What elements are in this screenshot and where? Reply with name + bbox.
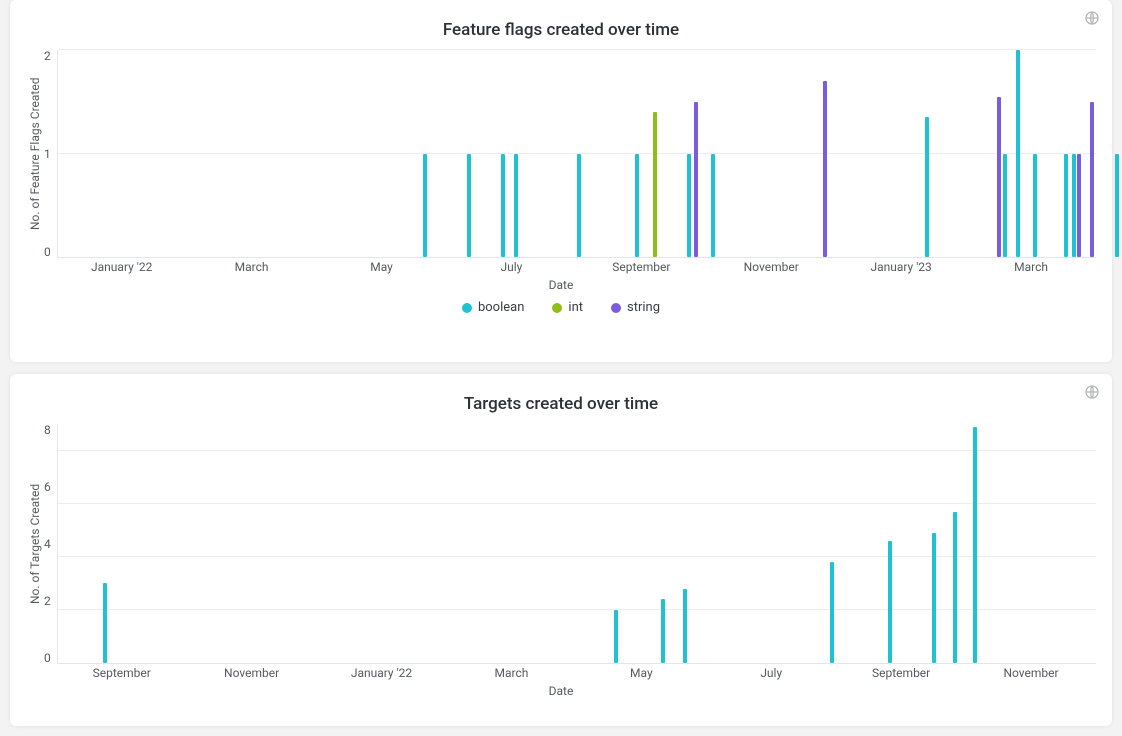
plot-area [57, 50, 1096, 258]
legend-item[interactable]: string [611, 300, 660, 315]
bar [467, 154, 471, 258]
x-axis-label: Date [26, 684, 1096, 698]
bar [1077, 154, 1081, 258]
bar [614, 610, 618, 663]
bar [661, 599, 665, 663]
legend-swatch [552, 303, 562, 313]
y-tick: 1 [44, 148, 51, 160]
legend-swatch [611, 303, 621, 313]
bar [997, 97, 1001, 257]
y-tick: 2 [44, 595, 51, 607]
targets-chart-card: Targets created over time No. of Targets… [10, 374, 1112, 726]
x-axis-ticks: January '22 March May July September November… [57, 258, 1096, 276]
x-tick: January '23 [870, 260, 931, 274]
x-axis-ticks: September November January '22 March May July… [57, 664, 1096, 682]
bar [635, 154, 639, 258]
legend-label: int [568, 300, 583, 315]
legend-label: string [627, 300, 660, 315]
bar [1064, 154, 1068, 258]
x-tick: January '22 [91, 260, 152, 274]
bar [653, 112, 657, 257]
legend-item[interactable]: int [552, 300, 583, 315]
x-tick: November [224, 666, 279, 680]
bar [823, 81, 827, 257]
x-tick: July [760, 666, 782, 680]
x-tick: March [235, 260, 269, 274]
bar [1090, 102, 1094, 257]
legend-item[interactable]: boolean [462, 300, 524, 315]
chart-title: Feature flags created over time [26, 20, 1096, 40]
x-tick: September [612, 260, 670, 274]
bar [577, 154, 581, 258]
legend-swatch [462, 303, 472, 313]
bar [1115, 154, 1119, 258]
y-axis-label: No. of Feature Flags Created [26, 50, 44, 258]
flags-chart-card: Feature flags created over time No. of F… [10, 0, 1112, 362]
bar [932, 533, 936, 663]
y-tick: 6 [44, 481, 51, 493]
y-tick: 2 [44, 50, 51, 62]
bar [687, 154, 691, 258]
x-axis-label: Date [26, 278, 1096, 292]
bar [423, 154, 427, 258]
legend-label: boolean [478, 300, 524, 315]
x-tick: November [1003, 666, 1058, 680]
y-tick: 8 [44, 424, 51, 436]
y-tick: 0 [44, 246, 51, 258]
bar [953, 512, 957, 663]
x-tick: November [744, 260, 799, 274]
bar [1072, 154, 1076, 258]
x-tick: March [494, 666, 528, 680]
bar [711, 154, 715, 258]
bar [1033, 154, 1037, 258]
y-axis-label: No. of Targets Created [26, 424, 44, 664]
y-axis-ticks: 8 6 4 2 0 [44, 424, 57, 664]
bar [888, 541, 892, 663]
bar [1003, 154, 1007, 258]
x-tick: May [630, 666, 653, 680]
y-axis-ticks: 2 1 0 [44, 50, 57, 258]
globe-icon[interactable] [1084, 10, 1100, 26]
y-tick: 4 [44, 538, 51, 550]
bar [103, 583, 107, 663]
plot-area [57, 424, 1096, 664]
bar [694, 102, 698, 257]
x-tick: March [1014, 260, 1048, 274]
x-tick: July [501, 260, 523, 274]
globe-icon[interactable] [1084, 384, 1100, 400]
legend: boolean int string [26, 300, 1096, 315]
bar [830, 562, 834, 663]
x-tick: May [370, 260, 393, 274]
bar [925, 117, 929, 257]
bar [514, 154, 518, 258]
x-tick: January '22 [351, 666, 412, 680]
chart-title: Targets created over time [26, 394, 1096, 414]
x-tick: September [93, 666, 151, 680]
bar [683, 589, 687, 663]
bar [973, 427, 977, 663]
bar [501, 154, 505, 258]
x-tick: September [872, 666, 930, 680]
bar [1016, 50, 1020, 257]
y-tick: 0 [44, 652, 51, 664]
